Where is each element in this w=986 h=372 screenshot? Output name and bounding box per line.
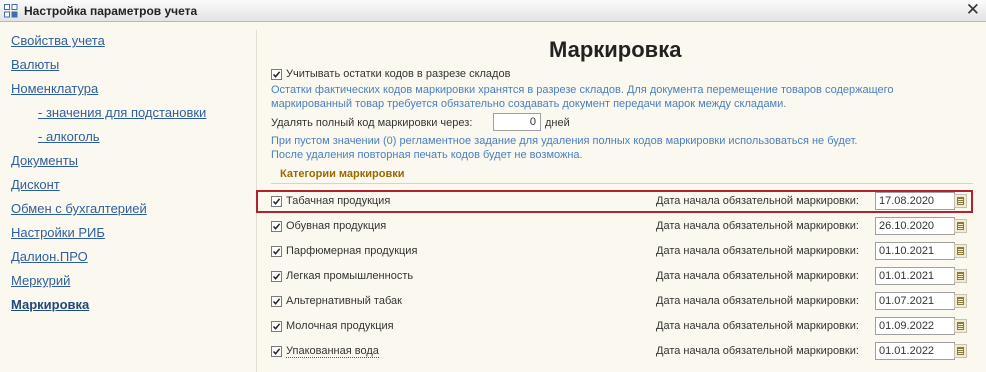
- date-field[interactable]: 01.10.2021: [875, 242, 955, 260]
- date-field[interactable]: 26.10.2020: [875, 217, 955, 235]
- category-checkbox[interactable]: [271, 296, 282, 307]
- categories-section-rule: [271, 183, 973, 184]
- date-field[interactable]: 17.08.2020: [875, 192, 955, 210]
- checkmark-icon: [272, 71, 281, 78]
- calendar-icon[interactable]: [954, 319, 967, 333]
- category-name: Табачная продукция: [286, 195, 391, 207]
- checkmark-icon: [272, 348, 281, 355]
- calendar-icon[interactable]: [954, 294, 967, 308]
- page-title: Маркировка: [549, 37, 682, 62]
- close-icon[interactable]: ✕: [966, 1, 980, 19]
- date-label: Дата начала обязательной маркировки:: [656, 270, 859, 282]
- date-label: Дата начала обязательной маркировки:: [656, 195, 859, 207]
- category-checkbox[interactable]: [271, 221, 282, 232]
- sidebar-item-accounting-properties[interactable]: Свойства учета: [11, 33, 105, 48]
- category-checkbox[interactable]: [271, 196, 282, 207]
- settings-grid-icon: [4, 4, 18, 18]
- checkmark-icon: [272, 323, 281, 330]
- category-name: Парфюмерная продукция: [286, 245, 418, 257]
- date-label: Дата начала обязательной маркировки:: [656, 245, 859, 257]
- sidebar-item-discount[interactable]: Дисконт: [11, 177, 60, 192]
- sidebar: Свойства учета Валюты Номенклатура - зна…: [0, 22, 255, 372]
- window-titlebar: Настройка параметров учета ✕: [0, 0, 986, 22]
- sidebar-item-rib-settings[interactable]: Настройки РИБ: [11, 225, 105, 240]
- date-field[interactable]: 01.01.2021: [875, 267, 955, 285]
- sidebar-item-documents[interactable]: Документы: [11, 153, 78, 168]
- sidebar-item-substitution-values[interactable]: - значения для подстановки: [38, 105, 206, 120]
- sidebar-item-nomenclature[interactable]: Номенклатура: [11, 81, 98, 96]
- sidebar-item-mercury[interactable]: Меркурий: [11, 273, 70, 288]
- calendar-icon[interactable]: [954, 344, 967, 358]
- category-name: Молочная продукция: [286, 320, 394, 332]
- category-checkbox[interactable]: [271, 271, 282, 282]
- category-name: Упакованная вода: [286, 345, 379, 358]
- checkmark-icon: [272, 223, 281, 230]
- calendar-icon[interactable]: [954, 244, 967, 258]
- date-field[interactable]: 01.01.2022: [875, 342, 955, 360]
- warehouse-checkbox[interactable]: [271, 69, 282, 80]
- delete-days-unit: дней: [545, 117, 570, 129]
- warehouse-note-1: Остатки фактических кодов маркировки хра…: [271, 84, 894, 96]
- warehouse-note-2: маркированный товар требуется обязательн…: [271, 98, 787, 110]
- category-checkbox[interactable]: [271, 321, 282, 332]
- sidebar-item-marking[interactable]: Маркировка: [11, 297, 89, 312]
- date-field[interactable]: 01.09.2022: [875, 317, 955, 335]
- date-label: Дата начала обязательной маркировки:: [656, 295, 859, 307]
- sidebar-item-alcohol[interactable]: - алкоголь: [38, 129, 100, 144]
- delete-note-1: При пустом значении (0) регламентное зад…: [271, 135, 858, 147]
- checkmark-icon: [272, 248, 281, 255]
- date-label: Дата начала обязательной маркировки:: [656, 345, 859, 357]
- calendar-icon[interactable]: [954, 269, 967, 283]
- category-checkbox[interactable]: [271, 246, 282, 257]
- delete-note-2: После удаления повторная печать кодов бу…: [271, 149, 583, 161]
- sidebar-divider: [256, 30, 257, 372]
- date-label: Дата начала обязательной маркировки:: [656, 320, 859, 332]
- date-label: Дата начала обязательной маркировки:: [656, 220, 859, 232]
- category-checkbox[interactable]: [271, 346, 282, 357]
- window-title: Настройка параметров учета: [24, 4, 198, 18]
- delete-days-input[interactable]: 0: [493, 113, 541, 131]
- category-name: Легкая промышленность: [286, 270, 414, 282]
- main-panel: Маркировка Учитывать остатки кодов в раз…: [256, 22, 986, 372]
- calendar-icon[interactable]: [954, 194, 967, 208]
- category-name: Альтернативный табак: [286, 295, 402, 307]
- categories-section-title: Категории маркировки: [280, 168, 405, 180]
- date-field[interactable]: 01.07.2021: [875, 292, 955, 310]
- checkmark-icon: [272, 298, 281, 305]
- checkmark-icon: [272, 198, 281, 205]
- calendar-icon[interactable]: [954, 219, 967, 233]
- checkmark-icon: [272, 273, 281, 280]
- category-name: Обувная продукция: [286, 220, 387, 232]
- sidebar-item-accounting-exchange[interactable]: Обмен с бухгалтерией: [11, 201, 147, 216]
- sidebar-item-currencies[interactable]: Валюты: [11, 57, 59, 72]
- sidebar-item-dalion-pro[interactable]: Далион.ПРО: [11, 249, 88, 264]
- warehouse-option-label: Учитывать остатки кодов в разрезе складо…: [286, 68, 511, 80]
- delete-code-label: Удалять полный код маркировки через:: [271, 117, 473, 129]
